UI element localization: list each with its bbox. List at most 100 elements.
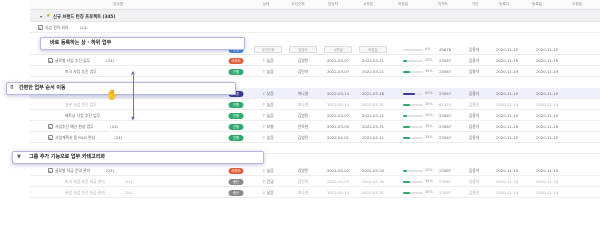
task-title[interactable]: 사업추진 예산 편성 업무 <box>55 124 94 130</box>
assignee-name[interactable]: 김민아 <box>298 179 308 185</box>
priority-label[interactable]: ↓ 낮음 <box>262 91 273 97</box>
col-header-start: 시작일 <box>363 2 373 6</box>
end-date[interactable]: 2022-03-21 <box>362 58 384 63</box>
start-date[interactable]: 2022-03-07 <box>327 58 349 63</box>
end-date[interactable]: 2022-03-21 <box>362 113 384 118</box>
task-count: (24) <box>124 190 133 196</box>
status-badge[interactable]: 진행 <box>228 123 244 130</box>
group-toggle-icon[interactable]: ▼ <box>17 152 21 163</box>
end-date[interactable]: 2022-03-31 <box>362 190 384 195</box>
task-title[interactable]: 글로벌 자금 운영 관리 <box>55 168 90 174</box>
start-date[interactable]: 2022-03-07 <box>327 69 349 74</box>
start-date[interactable]: 2022-03-07 <box>327 179 349 184</box>
end-date[interactable]: 2022-03-31 <box>362 124 384 129</box>
priority-field[interactable]: 우선순위 <box>254 46 282 53</box>
end-date-field[interactable]: 마감일 <box>359 46 387 53</box>
start-date[interactable]: 2022-03-14 <box>327 91 349 96</box>
expand-icon[interactable]: ▸ <box>38 25 43 30</box>
status-badge[interactable]: 진행 <box>228 134 244 141</box>
assignee-name[interactable]: 김민아 <box>298 69 308 75</box>
priority-label[interactable]: ↑ 보통 <box>262 124 273 130</box>
expand-icon[interactable]: ▸ <box>48 58 53 63</box>
status-badge[interactable]: 미처리 <box>228 167 244 174</box>
start-date[interactable]: 2022-03-07 <box>327 113 349 118</box>
priority-label[interactable]: ↑ 높음 <box>262 168 273 174</box>
assignee-name[interactable]: 여나영 <box>298 91 308 97</box>
assignee-name[interactable]: 여나영 <box>298 102 308 108</box>
duration-value: 45678 <box>438 47 452 53</box>
table-row[interactable]: ▸ 사업계획서 및 R&D 편성 (24) 진행 ↑ 높음 김영민 2022-04-01 20… <box>30 132 600 143</box>
table-row[interactable]: ▸ 사업추진 예산 편성 업무 (24) 진행 ↑ 보통 전옥현 2022-03-05 202… <box>30 121 600 132</box>
assignee-name[interactable]: 여나영 <box>298 190 308 196</box>
task-title[interactable]: 일본 사업 추진 업무 <box>65 102 97 108</box>
priority-label[interactable]: ↑ 긴급 <box>262 179 273 185</box>
task-title[interactable]: 미국 사업 추진 자금 관리 <box>65 179 105 185</box>
table-row[interactable]: ▸ 사업 전략 회의 (24) <box>30 22 600 33</box>
progress-bar <box>403 49 423 51</box>
priority-label[interactable]: ↓ 낮음 <box>262 190 273 196</box>
end-date[interactable]: 2022-04-11 <box>362 135 384 140</box>
status-badge[interactable]: 진행 <box>228 68 244 75</box>
status-badge[interactable]: 진행 <box>228 112 244 119</box>
table-row[interactable]: 베트남 사업 추진 업무 진행 ↑ 높음 김영민 2022-03-07 2022-03-2… <box>30 110 600 121</box>
drag-handle-icon[interactable]: ⠿ <box>10 83 14 94</box>
assignee-name[interactable]: 전옥현 <box>298 124 308 130</box>
expand-icon[interactable]: ▸ <box>48 168 53 173</box>
start-date[interactable]: 2022-04-01 <box>327 135 349 140</box>
callout-drag-reorder[interactable]: ⠿ 간편한 업무 순서 이동 <box>6 82 236 95</box>
expand-icon[interactable]: ▸ <box>48 135 53 140</box>
callout-group-category[interactable]: ▼ 그룹 추가 기능으로 업무 카테고리화 <box>12 151 264 164</box>
progress-bar <box>403 170 423 172</box>
expand-icon[interactable]: ▸ <box>48 124 53 129</box>
register-date: 2020-11-19 <box>495 113 519 119</box>
star-icon: ★ <box>46 13 51 19</box>
end-date[interactable]: 2022-03-20 <box>362 168 384 173</box>
end-date[interactable]: 2022-03-31 <box>362 102 384 107</box>
table-row[interactable]: 미국 사업 추진 업무 진행 ↑ 높음 김민아 2022-03-07 2022-03-21… <box>30 66 600 77</box>
table-row[interactable]: 유럽 사업 추진 자금 관리 (24) 중단 ↓ 낮음 여나영 2022-03-14 202… <box>30 187 600 198</box>
priority-label[interactable]: ↑ 높음 <box>262 113 273 119</box>
table-row[interactable]: ▸ 글로벌 사업 추진 업무 (24) 미처리 ↑ 높음 김영민 2022-03-07 202… <box>30 55 600 66</box>
start-date[interactable]: 2022-03-14 <box>327 190 349 195</box>
task-title[interactable]: 미국 사업 추진 업무 <box>65 69 97 75</box>
duration-value: 81425 <box>438 102 452 108</box>
end-date[interactable]: 2022-03-30 <box>362 179 384 184</box>
status-badge[interactable]: 미처리 <box>228 57 244 64</box>
project-group-row[interactable]: ▾ ★ 신규 브랜드 런칭 프로젝트 (345) <box>30 10 600 22</box>
task-title[interactable]: 글로벌 사업 추진 업무 <box>55 58 90 64</box>
table-row[interactable]: 미국 사업 추진 자금 관리 (24) 중단 ↑ 긴급 김민아 2022-03-07 202… <box>30 176 600 187</box>
progress-percent: 20% <box>425 168 433 173</box>
task-count: (24) <box>114 135 123 141</box>
status-badge[interactable]: 중단 <box>228 189 244 196</box>
assignee-name[interactable]: 김영민 <box>298 113 308 119</box>
task-title[interactable]: 사업 전략 회의 <box>45 25 68 31</box>
start-date[interactable]: 2022-03-02 <box>327 168 349 173</box>
register-date: 2020-11-19 <box>495 69 519 75</box>
start-date[interactable]: 2022-03-05 <box>327 124 349 129</box>
collapse-icon[interactable]: ▾ <box>40 14 42 19</box>
assignee-name[interactable]: 김영민 <box>298 168 308 174</box>
assignee-name[interactable]: 김영민 <box>298 135 308 141</box>
priority-label[interactable]: ↑ 높음 <box>262 102 273 108</box>
end-date[interactable]: 2022-03-18 <box>362 91 384 96</box>
move-guide-line <box>133 75 134 117</box>
table-row[interactable]: ▸ 글로벌 자금 운영 관리 (24) 미처리 ↑ 높음 김영민 2022-03-02 202… <box>30 165 600 176</box>
progress-percent: 35% <box>425 124 433 129</box>
status-badge[interactable]: 중단 <box>228 178 244 185</box>
end-date[interactable]: 2022-03-21 <box>362 69 384 74</box>
task-title[interactable]: 사업계획서 및 R&D 편성 <box>55 135 95 141</box>
task-title[interactable]: 베트남 사업 추진 업무 <box>65 113 100 119</box>
priority-label[interactable]: ↑ 높음 <box>262 69 273 75</box>
register-date: 2020-11-19 <box>495 47 519 53</box>
assignee-name[interactable]: 김영민 <box>298 58 308 64</box>
task-title[interactable]: 유럽 사업 추진 자금 관리 <box>65 190 105 196</box>
author-name: 김용석 <box>468 124 480 130</box>
author-name: 김용석 <box>468 69 480 75</box>
modify-date: 2020-11-19 <box>535 69 559 75</box>
start-date[interactable]: 2022-03-14 <box>327 102 349 107</box>
priority-label[interactable]: ↑ 높음 <box>262 58 273 64</box>
status-badge[interactable]: 진행 <box>228 101 244 108</box>
priority-label[interactable]: ↑ 높음 <box>262 135 273 141</box>
start-date-field[interactable]: 시작일 <box>324 46 352 53</box>
assignee-field[interactable]: 담당자 <box>289 46 317 53</box>
